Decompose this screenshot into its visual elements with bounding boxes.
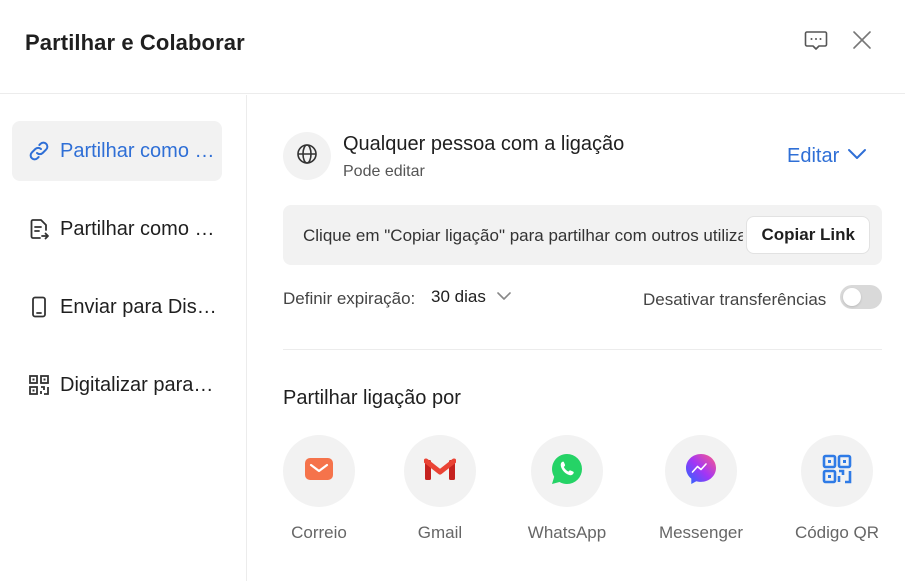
feedback-button[interactable] bbox=[800, 26, 832, 58]
sidebar-item-label: Enviar para Dispositivo bbox=[60, 295, 218, 318]
share-option-label: Código QR bbox=[794, 523, 880, 542]
divider bbox=[283, 349, 882, 350]
share-option-gmail[interactable]: Gmail bbox=[385, 435, 495, 543]
share-option-label: Messenger bbox=[658, 523, 744, 542]
link-box: Clique em "Copiar ligação" para partilha… bbox=[283, 205, 882, 265]
access-permission: Pode editar bbox=[343, 163, 425, 180]
share-option-circle bbox=[531, 435, 603, 507]
share-via-title: Partilhar ligação por bbox=[283, 387, 461, 409]
copy-link-button[interactable]: Copiar Link bbox=[746, 216, 870, 254]
mail-icon bbox=[304, 456, 334, 487]
expiration-select[interactable]: 30 dias bbox=[431, 287, 512, 307]
access-title: Qualquer pessoa com a ligação bbox=[343, 133, 625, 155]
share-option-circle bbox=[404, 435, 476, 507]
qr-code-icon bbox=[27, 373, 51, 397]
link-box-text: Clique em "Copiar ligação" para partilha… bbox=[303, 226, 743, 245]
gmail-icon bbox=[423, 457, 457, 486]
share-option-mail[interactable]: Correio bbox=[264, 435, 374, 543]
link-icon bbox=[27, 139, 51, 163]
close-button[interactable] bbox=[846, 26, 878, 58]
sidebar-item-label: Partilhar como link bbox=[60, 139, 218, 162]
share-option-circle bbox=[801, 435, 873, 507]
share-option-label: WhatsApp bbox=[527, 523, 607, 542]
share-option-circle bbox=[665, 435, 737, 507]
sidebar-item-send-device[interactable]: Enviar para Dispositivo bbox=[12, 277, 222, 337]
expiration-label: Definir expiração: bbox=[283, 289, 416, 308]
share-sidebar: Partilhar como link Partilhar como fiche… bbox=[0, 95, 247, 581]
disable-downloads-label: Desativar transferências bbox=[643, 290, 827, 309]
whatsapp-icon bbox=[550, 452, 584, 491]
chevron-down-icon bbox=[847, 147, 867, 166]
toggle-knob bbox=[843, 288, 861, 306]
phone-icon bbox=[27, 295, 51, 319]
file-share-icon bbox=[27, 217, 51, 241]
access-icon-container bbox=[283, 132, 331, 180]
dialog-title: Partilhar e Colaborar bbox=[25, 30, 245, 55]
edit-access-label: Editar bbox=[787, 145, 840, 167]
share-option-messenger[interactable]: Messenger bbox=[646, 435, 756, 543]
share-option-label: Gmail bbox=[417, 523, 463, 542]
sidebar-item-share-file[interactable]: Partilhar como ficheiro bbox=[12, 199, 222, 259]
share-option-whatsapp[interactable]: WhatsApp bbox=[512, 435, 622, 543]
share-link-panel: Qualquer pessoa com a ligação Pode edita… bbox=[248, 95, 905, 581]
edit-access-button[interactable]: Editar bbox=[787, 145, 867, 168]
messenger-icon bbox=[684, 452, 718, 491]
globe-icon bbox=[295, 142, 319, 171]
qr-code-icon bbox=[822, 454, 852, 489]
sidebar-item-label: Digitalizar para partilhar bbox=[60, 373, 218, 396]
chevron-down-icon bbox=[496, 288, 512, 306]
sidebar-item-scan-share[interactable]: Digitalizar para partilhar bbox=[12, 355, 222, 415]
sidebar-item-share-link[interactable]: Partilhar como link bbox=[12, 121, 222, 181]
disable-downloads-toggle[interactable] bbox=[840, 285, 882, 309]
share-option-qr-code[interactable]: Código QR bbox=[782, 435, 892, 543]
close-icon bbox=[851, 29, 873, 56]
expiration-value: 30 dias bbox=[431, 287, 486, 306]
feedback-chat-icon bbox=[803, 27, 829, 58]
share-option-circle bbox=[283, 435, 355, 507]
share-option-label: Correio bbox=[291, 523, 347, 542]
sidebar-item-label: Partilhar como ficheiro bbox=[60, 217, 218, 240]
dialog-header: Partilhar e Colaborar bbox=[0, 0, 905, 94]
